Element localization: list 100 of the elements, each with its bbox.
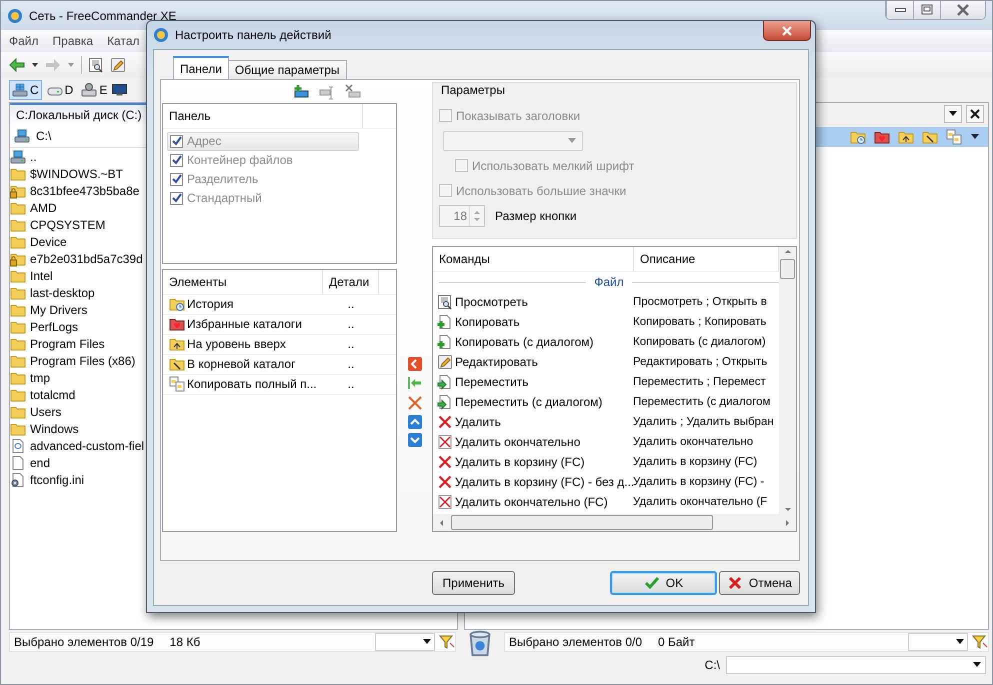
tab[interactable]: Общие параметры (228, 60, 347, 79)
path-label: C:\ (704, 658, 720, 672)
description-cell-text: Копировать ; Копировать (632, 316, 766, 328)
column-header[interactable]: Команды (433, 247, 634, 272)
description-cell-text: Удалить ; Удалить выбран (632, 416, 774, 428)
file-name[interactable]: Windows (30, 422, 79, 436)
element-name[interactable]: Копировать полный п... (187, 377, 317, 392)
pencil-page-icon (110, 57, 126, 73)
maximize-button[interactable] (913, 1, 940, 19)
file-name[interactable]: .. (30, 150, 37, 164)
scroll-thumb[interactable] (451, 515, 713, 530)
checkbox[interactable] (170, 192, 183, 205)
page-cross-icon (437, 434, 453, 450)
description-cell-text: Удалить окончательно (632, 436, 754, 448)
checkbox[interactable] (170, 134, 183, 148)
network-drive-icon (81, 82, 98, 98)
command-name[interactable]: Переместить (455, 375, 529, 390)
close-button[interactable] (763, 21, 811, 41)
drive-button[interactable]: C (9, 80, 42, 100)
element-name[interactable]: На уровень вверх (187, 337, 286, 352)
command-name[interactable]: Удалить (455, 415, 501, 430)
item-label: Разделитель (187, 172, 258, 186)
file-name[interactable]: PerfLogs (30, 320, 78, 334)
file-name[interactable]: totalcmd (30, 388, 76, 402)
remove-button[interactable] (408, 357, 422, 371)
drive-button[interactable]: D (44, 80, 76, 100)
page-arrow-icon (437, 374, 453, 390)
scroll-thumb[interactable] (780, 259, 795, 280)
element-name[interactable]: В корневой каталог (187, 357, 296, 372)
column-header[interactable]: Панель (163, 104, 363, 128)
file-name[interactable]: Users (30, 404, 62, 418)
check-icon (644, 575, 660, 591)
file-name[interactable]: Device (30, 234, 67, 248)
file-name[interactable]: last-desktop (30, 286, 95, 300)
checkbox[interactable] (170, 154, 183, 167)
delete-icon (437, 474, 453, 490)
rename-icon (319, 84, 336, 100)
page-arrow-icon (437, 394, 453, 410)
file-name[interactable]: ftconfig.ini (30, 472, 84, 486)
command-name[interactable]: Переместить (с диалогом) (455, 395, 602, 410)
add-panel-icon (293, 84, 310, 100)
file-name[interactable]: CPQSYSTEM (30, 218, 106, 232)
minimize-button[interactable] (886, 1, 913, 19)
file-name[interactable]: 8c31bfee473b5ba8e (30, 184, 140, 198)
tab[interactable]: Панели (173, 56, 229, 79)
apply-button[interactable]: Применить (432, 571, 516, 595)
file-name[interactable]: end (30, 456, 50, 470)
back-arrow-icon (9, 57, 25, 73)
cancel-button[interactable]: Отмена (718, 571, 800, 595)
vertical-scrollbar[interactable] (779, 247, 796, 514)
command-name[interactable]: Удалить в корзину (FC) - без д... (455, 475, 634, 490)
description-cell-text: Переместить (с диалогом (632, 396, 770, 408)
menu-item[interactable]: Правка (52, 34, 94, 48)
delete-icon (406, 395, 423, 411)
command-name[interactable]: Копировать (с диалогом) (455, 335, 594, 350)
column-header[interactable]: Детали (323, 270, 379, 294)
file-name[interactable]: My Drivers (30, 302, 88, 316)
file-name[interactable]: $WINDOWS.~BT (30, 166, 124, 180)
description-cell-text: Копировать (с диалогом) (632, 336, 766, 348)
check-icon (170, 192, 182, 204)
file-name[interactable]: Program Files (x86) (30, 354, 136, 368)
panel-tab[interactable]: C:Локальный диск (C:) (16, 108, 142, 122)
drive-button[interactable]: E (78, 80, 110, 100)
drive-icon (10, 148, 26, 164)
option-label: Размер кнопки (495, 208, 577, 222)
option-label: Использовать мелкий шрифт (472, 158, 634, 172)
page-plus-icon (437, 334, 453, 350)
file-name[interactable]: e7b2e031bd5a7c39d (30, 252, 143, 266)
command-name[interactable]: Редактировать (455, 355, 538, 370)
ok-button[interactable]: OK (610, 571, 717, 595)
details-cell-text: .. (346, 337, 356, 352)
move-up-button[interactable] (408, 415, 422, 429)
close-button[interactable] (966, 105, 984, 123)
insert-button[interactable] (406, 375, 423, 391)
menu-item[interactable]: Файл (9, 34, 39, 48)
two-pages-icon (946, 129, 962, 145)
element-name[interactable]: История (187, 297, 234, 312)
command-name[interactable]: Удалить в корзину (FC) (455, 455, 585, 470)
command-name[interactable]: Удалить окончательно (455, 435, 580, 450)
command-name[interactable]: Удалить окончательно (FC) (455, 495, 608, 510)
horizontal-scrollbar[interactable] (433, 514, 796, 531)
forward-arrow-icon (45, 57, 61, 73)
move-down-button[interactable] (408, 433, 422, 447)
dropdown-button[interactable] (944, 105, 962, 123)
folder-heart-icon (169, 316, 185, 332)
description-cell-text: Редактировать ; Открыть (632, 356, 768, 368)
file-name[interactable]: tmp (30, 370, 50, 384)
command-name[interactable]: Копировать (455, 315, 520, 330)
file-name[interactable]: advanced-custom-fiel (30, 438, 144, 452)
checkbox[interactable] (170, 172, 183, 186)
folder-heart-icon (874, 129, 890, 145)
option-label: Использовать большие значки (456, 184, 626, 198)
file-name[interactable]: Program Files (30, 336, 105, 350)
delete-button[interactable] (406, 395, 423, 411)
column-header[interactable]: Элементы (163, 270, 323, 294)
file-name[interactable]: Intel (30, 268, 53, 282)
command-name[interactable]: Просмотреть (455, 295, 528, 310)
element-name[interactable]: Избранные каталоги (187, 317, 302, 332)
file-name[interactable]: AMD (30, 200, 57, 214)
menu-item[interactable]: Катал (107, 34, 140, 48)
